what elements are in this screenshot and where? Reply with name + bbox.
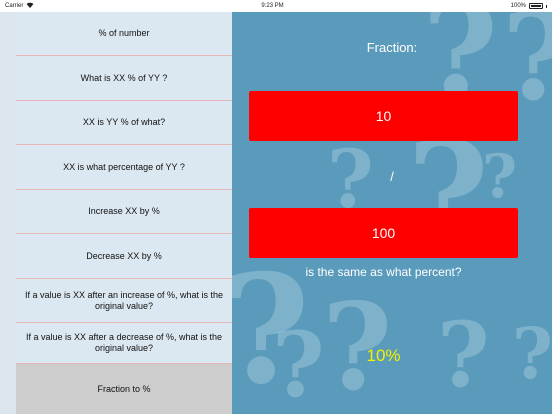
battery-tip xyxy=(546,4,547,8)
status-time: 9:23 PM xyxy=(261,3,284,9)
battery-icon xyxy=(529,3,543,9)
status-bar: Carrier 9:23 PM 100% xyxy=(0,0,552,12)
question-text: is the same as what percent? xyxy=(305,265,462,279)
menu-item-percent-of-number[interactable]: % of number xyxy=(16,12,232,56)
numerator-field[interactable]: 10 xyxy=(249,91,518,141)
fraction-panel: ? ? ? ? ? ? ? ? ? ? Fraction: 10 / 100 i… xyxy=(232,12,552,414)
menu-item-original-after-increase[interactable]: If a value is XX after an increase of %,… xyxy=(16,279,232,323)
calculation-menu: % of number What is XX % of YY ? XX is Y… xyxy=(16,12,232,414)
menu-item-decrease-by-percent[interactable]: Decrease XX by % xyxy=(16,234,232,279)
menu-item-xx-is-what-percentage[interactable]: XX is what percentage of YY ? xyxy=(16,145,232,190)
wifi-icon xyxy=(26,2,34,10)
menu-item-xx-is-yy-percent-of-what[interactable]: XX is YY % of what? xyxy=(16,101,232,145)
menu-item-what-is-xx-percent-of-yy[interactable]: What is XX % of YY ? xyxy=(16,56,232,101)
battery-percent: 100% xyxy=(510,3,526,9)
fraction-separator: / xyxy=(390,169,394,184)
question-mark-decoration: ? xyxy=(512,312,552,395)
menu-item-increase-by-percent[interactable]: Increase XX by % xyxy=(16,190,232,234)
carrier-label: Carrier xyxy=(5,3,24,9)
result-value: 10% xyxy=(366,346,401,365)
denominator-field[interactable]: 100 xyxy=(249,208,518,258)
panel-title: Fraction: xyxy=(366,40,418,55)
menu-item-fraction-to-percent[interactable]: Fraction to % xyxy=(16,364,232,414)
menu-item-original-after-decrease[interactable]: If a value is XX after a decrease of %, … xyxy=(16,323,232,364)
